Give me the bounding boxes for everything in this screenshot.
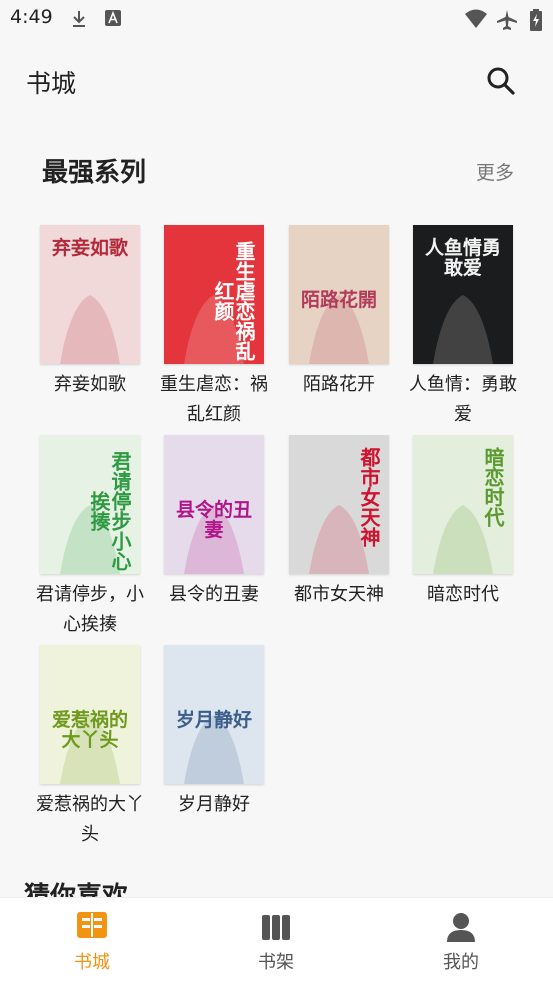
book-card[interactable]: 县令的丑妻 县令的丑妻 [159,435,269,610]
book-title[interactable]: 弃妾如歌 [35,370,145,400]
book-cover-title: 县令的丑妻 [175,499,252,541]
wifi-icon [465,9,487,28]
book-title[interactable]: 岁月静好 [159,790,269,820]
bookshelf-icon [262,915,290,940]
book-title[interactable]: 暗恋时代 [408,580,518,610]
book-cover[interactable]: 人鱼情勇敢爱 [413,225,513,364]
status-time: 4:49 [10,6,53,28]
more-link[interactable]: 更多 [476,158,514,185]
book-cover[interactable]: 县令的丑妻 [164,435,264,574]
search-icon [487,67,515,95]
book-cover-title: 都市女天神 [357,447,381,547]
book-card[interactable]: 暗恋时代 暗恋时代 [408,435,518,610]
nav-item-bookshelf[interactable]: 书架 [216,898,336,984]
book-card[interactable]: 人鱼情勇敢爱人鱼情：勇敢爱 [408,225,518,430]
book-card[interactable]: 爱惹祸的大丫头 爱惹祸的大丫头 [35,645,145,850]
book-title[interactable]: 君请停步，小心挨揍 [35,580,145,640]
nav-label-bookstore: 书城 [74,952,110,973]
page-title: 书城 [26,69,77,98]
book-cover[interactable]: 君请停步小心挨揍 [40,435,140,574]
book-cover[interactable]: 弃妾如歌 [40,225,140,364]
book-cover-title: 爱惹祸的大丫头 [51,709,128,751]
book-cover-title: 岁月静好 [175,709,252,731]
status-bar: 4:49 [0,0,553,38]
book-cover[interactable]: 暗恋时代 [413,435,513,574]
book-cover-title: 重生虐恋祸乱红颜 [211,240,256,361]
book-card[interactable]: 君请停步小心挨揍君请停步，小心挨揍 [35,435,145,640]
book-cover[interactable]: 重生虐恋祸乱红颜 [164,225,264,364]
book-cover[interactable]: 爱惹祸的大丫头 [40,645,140,784]
book-title[interactable]: 都市女天神 [284,580,394,610]
book-title[interactable]: 县令的丑妻 [159,580,269,610]
battery-charging-icon [530,9,542,31]
airplane-icon [497,10,517,30]
app-bar: 书城 [0,38,553,122]
nav-label-profile: 我的 [443,952,479,973]
book-cover[interactable]: 岁月静好 [164,645,264,784]
nav-label-bookshelf: 书架 [258,952,294,973]
section-title: 最强系列 [42,158,147,188]
nav-item-profile[interactable]: 我的 [401,898,521,984]
book-cover-title: 人鱼情勇敢爱 [424,237,501,279]
book-cover[interactable]: 都市女天神 [289,435,389,574]
book-cover-title: 暗恋时代 [481,447,505,527]
book-title[interactable]: 人鱼情：勇敢爱 [408,370,518,430]
book-cover[interactable]: 陌路花開 [289,225,389,364]
book-card[interactable]: 陌路花開 陌路花开 [284,225,394,400]
book-title[interactable]: 陌路花开 [284,370,394,400]
book-title[interactable]: 重生虐恋：祸乱红颜 [159,370,269,430]
search-button[interactable] [482,62,520,100]
bottom-nav: 书城 书架 我的 [0,897,553,984]
book-card[interactable]: 弃妾如歌 弃妾如歌 [35,225,145,400]
book-cover-title: 陌路花開 [300,289,377,311]
book-card[interactable]: 岁月静好 岁月静好 [159,645,269,820]
book-card[interactable]: 都市女天神 都市女天神 [284,435,394,610]
book-cover-title: 君请停步小心挨揍 [87,450,132,571]
book-card[interactable]: 重生虐恋祸乱红颜重生虐恋：祸乱红颜 [159,225,269,430]
profile-icon [447,913,475,942]
book-title[interactable]: 爱惹祸的大丫头 [35,790,145,850]
book-cover-title: 弃妾如歌 [51,237,128,259]
download-icon [73,11,85,27]
keyboard-a-icon [105,10,121,26]
nav-item-bookstore[interactable]: 书城 [32,898,152,984]
bookstore-icon [77,912,107,938]
